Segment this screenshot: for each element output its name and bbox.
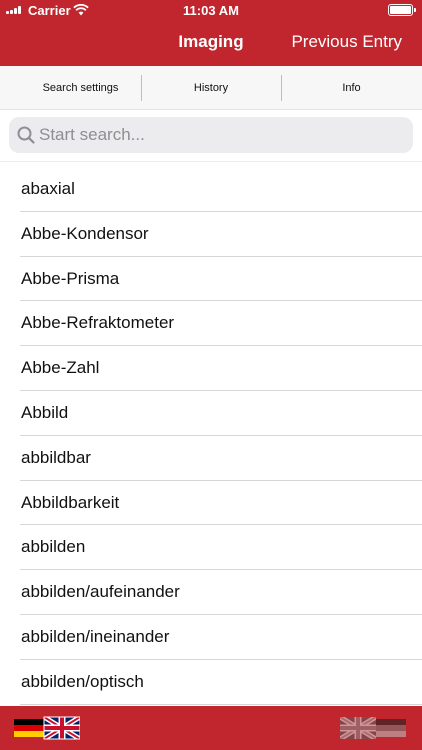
- english-to-german-flag-icon[interactable]: [340, 715, 406, 741]
- tab-search-settings[interactable]: Search settings: [20, 66, 141, 110]
- previous-entry-button[interactable]: Previous Entry: [291, 32, 402, 52]
- search-icon: [17, 126, 35, 144]
- list-item[interactable]: Abbe-Prisma: [20, 257, 422, 302]
- list-item-label: Abbe-Refraktometer: [21, 313, 175, 333]
- list-item-label: abbilden/ineinander: [21, 626, 170, 646]
- navigation-header: Carrier 11:03 AM Imaging Previous Entry: [0, 0, 422, 66]
- segmented-toolbar: Search settings History Info: [0, 66, 422, 110]
- list-item[interactable]: abaxial: [20, 167, 422, 212]
- language-bar: [0, 706, 422, 750]
- page-title: Imaging: [178, 32, 244, 51]
- list-item-label: abbildbar: [21, 447, 91, 467]
- status-bar: Carrier 11:03 AM: [0, 0, 422, 20]
- list-item-label: Abbe-Prisma: [21, 268, 120, 288]
- list-item[interactable]: Abbe-Kondensor: [20, 212, 422, 257]
- status-time: 11:03 AM: [183, 3, 239, 18]
- list-item[interactable]: abbilden: [20, 525, 422, 571]
- list-item-label: abaxial: [21, 179, 75, 198]
- list-item[interactable]: abbilden/optisch: [20, 660, 422, 705]
- search-bar: [0, 110, 422, 162]
- list-item-label: Abbildbarkeit: [21, 492, 120, 512]
- list-item-label: Abbe-Kondensor: [21, 223, 149, 243]
- search-field[interactable]: [9, 117, 413, 153]
- list-item-label: abbilden/optisch: [21, 671, 144, 691]
- list-item-label: Abbe-Zahl: [21, 358, 100, 378]
- list-item[interactable]: Abbildbarkeit: [20, 481, 422, 526]
- battery-icon: [388, 4, 416, 16]
- list-item-label: abbilden: [21, 537, 86, 557]
- tab-info[interactable]: Info: [281, 66, 422, 110]
- list-item[interactable]: Abbe-Refraktometer: [20, 301, 422, 347]
- list-item[interactable]: Abbe-Zahl: [20, 346, 422, 391]
- list-item[interactable]: abbilden/ineinander: [20, 615, 422, 660]
- list-item-label: abbilden/aufeinander: [21, 582, 180, 602]
- list-item[interactable]: abbilden/aufeinander: [20, 570, 422, 615]
- tab-history[interactable]: History: [141, 66, 281, 110]
- german-to-english-flag-icon[interactable]: [14, 715, 80, 741]
- entry-list: abaxial Abbe-Kondensor Abbe-Prisma Abbe-…: [0, 167, 422, 706]
- list-item[interactable]: abbildbar: [20, 436, 422, 481]
- list-item[interactable]: Abbild: [20, 391, 422, 436]
- list-item-label: Abbild: [21, 402, 69, 422]
- search-input[interactable]: [39, 117, 399, 153]
